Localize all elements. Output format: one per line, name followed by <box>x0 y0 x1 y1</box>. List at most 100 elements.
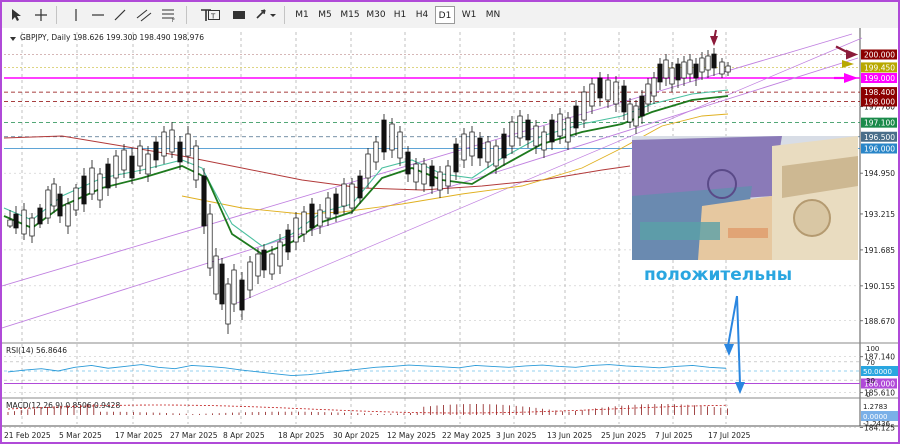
macd-scale-label: -1.2436 <box>863 420 891 428</box>
level-label: 199.000 <box>864 74 895 83</box>
channel-icon[interactable] <box>135 5 153 25</box>
timeframe-w1[interactable]: W1 <box>459 6 479 24</box>
level-label: 197.100 <box>864 119 895 128</box>
candle-body <box>565 117 571 143</box>
candle-body <box>239 279 245 311</box>
svg-text:T: T <box>210 13 216 21</box>
candle-body <box>613 81 619 105</box>
candle-body <box>169 129 175 153</box>
fibonacci-icon[interactable]: F <box>160 5 178 25</box>
date-label: 21 Feb 2025 <box>4 431 51 440</box>
level-label: 196.500 <box>864 133 895 142</box>
timeframe-mn[interactable]: MN <box>483 6 503 24</box>
candle-body <box>705 55 711 71</box>
svg-text:F: F <box>172 18 175 22</box>
crosshair-icon[interactable] <box>32 5 50 25</box>
candle-body <box>373 141 379 163</box>
candle-body <box>645 83 651 105</box>
date-label: 17 Jul 2025 <box>708 431 751 440</box>
candle-body <box>13 213 19 229</box>
timeframe-d1[interactable]: D1 <box>435 6 455 24</box>
candle-body <box>185 133 191 157</box>
candle-body <box>669 67 675 85</box>
candle-body <box>533 125 539 147</box>
candle-body <box>589 83 595 107</box>
candle-body <box>633 105 639 127</box>
cursor-icon[interactable] <box>8 5 26 25</box>
timeframe-h4[interactable]: H4 <box>413 6 431 24</box>
candle-body <box>73 187 79 211</box>
rsi-scale-label: 100 <box>866 345 879 353</box>
rsi-scale-label: 0 <box>866 391 870 399</box>
label-icon[interactable]: T <box>205 5 223 25</box>
candle-body <box>21 209 27 235</box>
candle-body <box>557 113 563 137</box>
date-label: 17 Mar 2025 <box>115 431 163 440</box>
candle-body <box>525 119 531 141</box>
timeframe-m30[interactable]: M30 <box>364 6 388 24</box>
banknote-gbp <box>640 222 720 240</box>
candle-body <box>105 163 111 189</box>
timeframe-m15[interactable]: M15 <box>339 6 361 24</box>
candle-body <box>261 249 267 271</box>
candle-body <box>97 173 103 201</box>
rsi-scale-label: 30 <box>866 377 875 385</box>
candle-body <box>365 153 371 179</box>
candle-body <box>605 79 611 101</box>
candle-body <box>269 253 275 275</box>
candle-body <box>445 165 451 187</box>
level-label: 199.450 <box>864 63 895 72</box>
candle-body <box>549 119 555 143</box>
candle-body <box>309 203 315 229</box>
annotation-text: положительны <box>644 265 792 285</box>
candle-body <box>699 57 705 73</box>
candle-body <box>389 123 395 151</box>
separator <box>284 6 285 24</box>
chart-toolbar: F T M1 M5 M15 M30 H1 H4 D1 W1 MN <box>2 2 898 29</box>
candle-body <box>675 63 681 81</box>
candle-body <box>597 77 603 99</box>
candle-body <box>349 183 355 209</box>
candle-body <box>293 217 299 243</box>
arrows-dropdown-icon[interactable] <box>254 5 278 25</box>
chart-header: GBPJPY, Daily 198.626 199.300 198.490 19… <box>20 33 204 42</box>
candle-body <box>113 155 119 179</box>
date-label: 27 Mar 2025 <box>170 431 218 440</box>
candle-body <box>177 141 183 163</box>
separator <box>186 6 187 24</box>
vertical-line-icon[interactable] <box>68 5 84 25</box>
candle-body <box>719 61 725 75</box>
candle-body <box>725 65 731 73</box>
candle-body <box>325 197 331 219</box>
candle-body <box>381 119 387 153</box>
candle-body <box>541 131 547 151</box>
candle-body <box>485 141 491 163</box>
rsi-label: RSI(14) 56.8646 <box>6 346 67 355</box>
candle-body <box>333 193 339 215</box>
candle-body <box>201 175 207 227</box>
candle-body <box>317 209 323 227</box>
timeframe-h1[interactable]: H1 <box>391 6 409 24</box>
candle-body <box>255 253 261 277</box>
candle-body <box>225 283 231 325</box>
candle-body <box>627 103 633 123</box>
candle-body <box>193 145 199 181</box>
date-label: 22 May 2025 <box>442 431 491 440</box>
candle-body <box>477 137 483 159</box>
candle-body <box>129 155 135 179</box>
timeframe-m1[interactable]: M1 <box>292 6 312 24</box>
candle-body <box>153 141 159 161</box>
chart-area[interactable]: положительны GBPJPY, Daily 198.626 199.30… <box>2 28 898 442</box>
timeframe-m5[interactable]: M5 <box>315 6 335 24</box>
candle-body <box>581 91 587 121</box>
candle-body <box>657 63 663 83</box>
candle-body <box>405 151 411 175</box>
candle-body <box>687 59 693 75</box>
trendline-icon[interactable] <box>112 5 128 25</box>
candle-body <box>341 183 347 207</box>
candle-body <box>413 163 419 183</box>
price-label: 191.685 <box>864 246 895 255</box>
level-label: 198.000 <box>864 98 895 107</box>
shapes-icon[interactable] <box>230 5 248 25</box>
horizontal-line-icon[interactable] <box>90 5 106 25</box>
